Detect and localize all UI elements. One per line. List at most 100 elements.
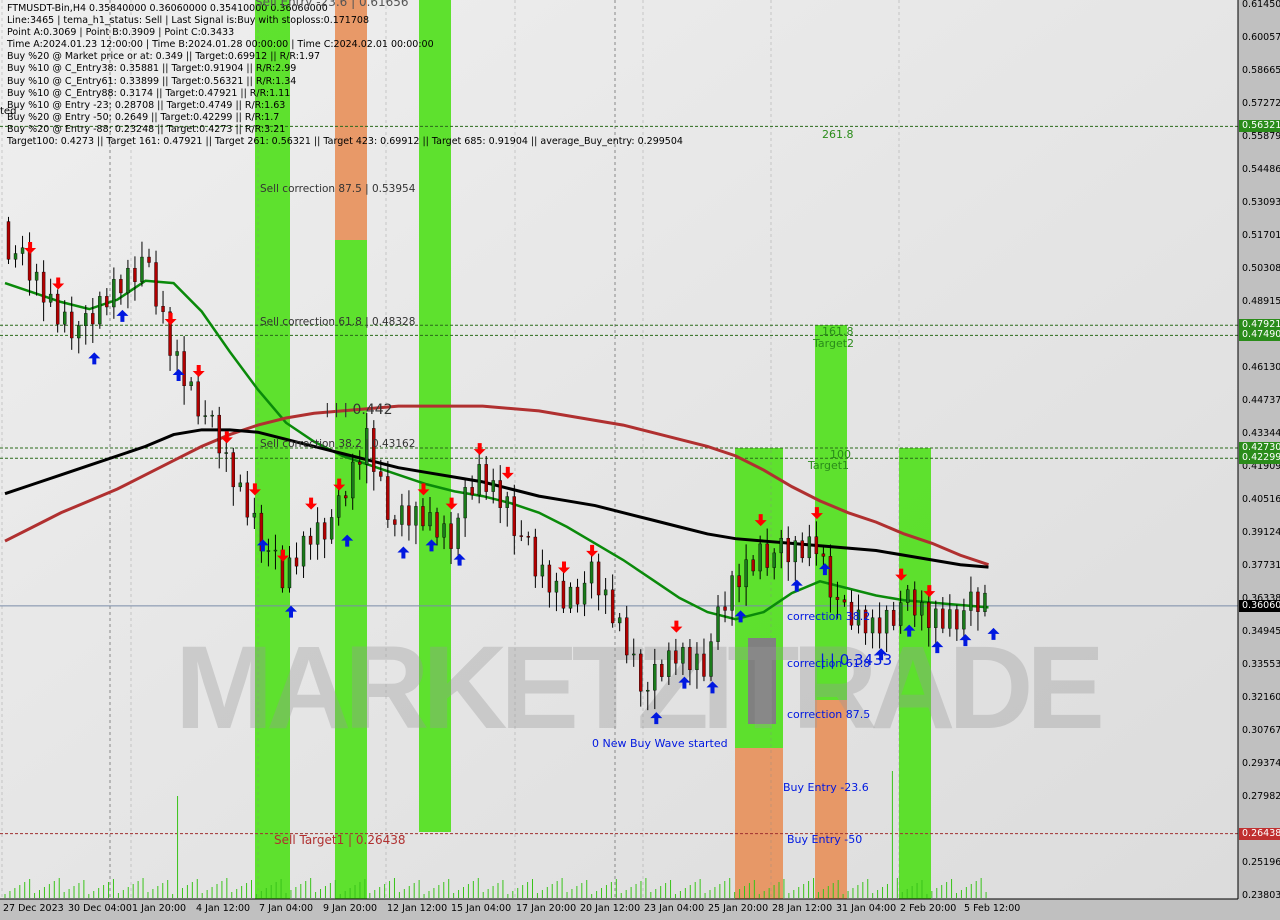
candle-body <box>674 650 678 664</box>
candle-body <box>948 609 952 629</box>
candle-body <box>646 689 650 692</box>
candle-body <box>407 505 411 526</box>
candle-body <box>779 538 783 554</box>
candle-body <box>983 592 987 612</box>
candle-body <box>77 325 81 339</box>
price-tick-label: 0.40516 <box>1242 494 1280 506</box>
correction-382-label: correction 38.2 <box>787 610 871 623</box>
candle-body <box>358 461 362 465</box>
candle-body <box>568 586 573 609</box>
info-line: Buy %10 @ C_Entry88: 0.3174 || Target:0.… <box>7 87 291 99</box>
candle-body <box>709 641 713 677</box>
correction-875-label: correction 87.5 <box>787 708 871 721</box>
candle-body <box>154 262 158 307</box>
candle-body <box>41 271 46 303</box>
time-tick-label: 9 Jan 20:00 <box>323 903 378 914</box>
candle-body <box>800 540 805 559</box>
target1-label: Target1 <box>808 459 850 472</box>
time-tick-label: 25 Jan 20:00 <box>708 903 769 914</box>
side-fragment: ted <box>0 106 17 117</box>
price-tick-label: 0.54486 <box>1242 163 1280 175</box>
candle-body <box>920 602 924 616</box>
candle-body <box>266 550 271 552</box>
info-line: Point A:0.3069 | Point B:0.3909 | Point … <box>7 27 235 39</box>
candle-body <box>941 608 945 629</box>
time-tick-label: 30 Dec 04:00 <box>68 903 132 914</box>
price-tick-label: 0.57272 <box>1242 97 1280 109</box>
candle-body <box>196 381 200 417</box>
price-tick-label: 0.33553 <box>1242 659 1280 671</box>
candle-body <box>828 556 833 598</box>
point-c-label: | | 0.3433 <box>820 651 893 669</box>
candle-body <box>716 606 720 642</box>
candle-body <box>329 517 334 540</box>
candle-body <box>84 313 88 326</box>
time-tick-label: 23 Jan 04:00 <box>644 903 705 914</box>
candle-body <box>744 559 748 588</box>
time-tick-label: 4 Jan 12:00 <box>196 903 251 914</box>
candle-body <box>6 221 11 260</box>
candle-body <box>161 306 165 312</box>
candle-body <box>814 536 819 555</box>
info-line: Line:3465 | tema_h1_status: Sell | Last … <box>7 15 369 27</box>
candle-body <box>927 602 931 628</box>
candle-body <box>884 609 889 634</box>
candle-body <box>772 552 776 568</box>
time-tick-label: 15 Jan 04:00 <box>451 903 512 914</box>
candle-body <box>273 549 278 552</box>
candle-body <box>955 609 959 630</box>
sell-correction-618-label: Sell correction 61.8 | 0.48328 <box>260 316 416 328</box>
candle-body <box>294 557 299 567</box>
candle-body <box>470 487 474 496</box>
candle-body <box>400 505 404 525</box>
candle-body <box>414 506 418 526</box>
price-tick-label: 0.30767 <box>1242 725 1280 737</box>
info-line: Buy %20 @ Entry -50: 0.2649 || Target:0.… <box>7 111 280 123</box>
candle-body <box>336 495 341 518</box>
candle-body <box>133 267 137 282</box>
candle-body <box>793 540 797 563</box>
price-tick-label: 0.39124 <box>1242 527 1280 539</box>
time-tick-label: 1 Jan 20:00 <box>132 903 187 914</box>
price-tick-label: 0.25196 <box>1242 857 1280 869</box>
candle-body <box>308 535 313 545</box>
candle-body <box>835 596 840 600</box>
candle-body <box>252 512 257 518</box>
candle-body <box>20 247 25 254</box>
sell-correction-382-label: Sell correction 38.2 | 0.43162 <box>260 438 416 450</box>
price-tick-label: 0.29374 <box>1242 758 1280 770</box>
time-tick-label: 7 Jan 04:00 <box>259 903 314 914</box>
sell-correction-875-label: Sell correction 87.5 | 0.53954 <box>260 183 416 195</box>
candle-body <box>98 296 102 325</box>
price-tick-label: 0.48915 <box>1242 295 1280 307</box>
candle-body <box>695 653 699 671</box>
candle-body <box>723 606 727 611</box>
candle-body <box>421 506 425 527</box>
info-line: Buy %10 @ Entry -23: 0.28708 || Target:0… <box>7 99 286 111</box>
candle-body <box>301 535 306 567</box>
price-tick-label: 0.51701 <box>1242 229 1280 241</box>
candle-body <box>737 575 741 588</box>
candle-body <box>463 487 467 519</box>
candle-body <box>540 564 545 577</box>
price-tick-label: 0.60057 <box>1242 31 1280 43</box>
candle-body <box>322 522 327 540</box>
level-price-tag: 0.26438 <box>1239 827 1280 840</box>
candle-body <box>505 496 509 508</box>
candle-body <box>217 414 221 454</box>
candle-body <box>751 559 755 572</box>
price-tick-label: 0.61450 <box>1242 0 1280 10</box>
time-tick-label: 17 Jan 20:00 <box>516 903 577 914</box>
target2-label: Target2 <box>813 337 855 350</box>
candle-body <box>934 608 938 628</box>
time-tick-label: 20 Jan 12:00 <box>580 903 641 914</box>
price-tick-label: 0.43344 <box>1242 427 1280 439</box>
info-line: Buy %10 @ C_Entry38: 0.35881 || Target:0… <box>7 63 297 75</box>
candle-body <box>575 586 580 605</box>
candle-body <box>561 580 566 609</box>
candle-body <box>91 313 95 325</box>
candle-body <box>435 512 439 538</box>
sell-target1-label: Sell Target1 | 0.26438 <box>274 833 406 847</box>
candle-body <box>589 561 594 584</box>
candle-body <box>315 522 320 545</box>
